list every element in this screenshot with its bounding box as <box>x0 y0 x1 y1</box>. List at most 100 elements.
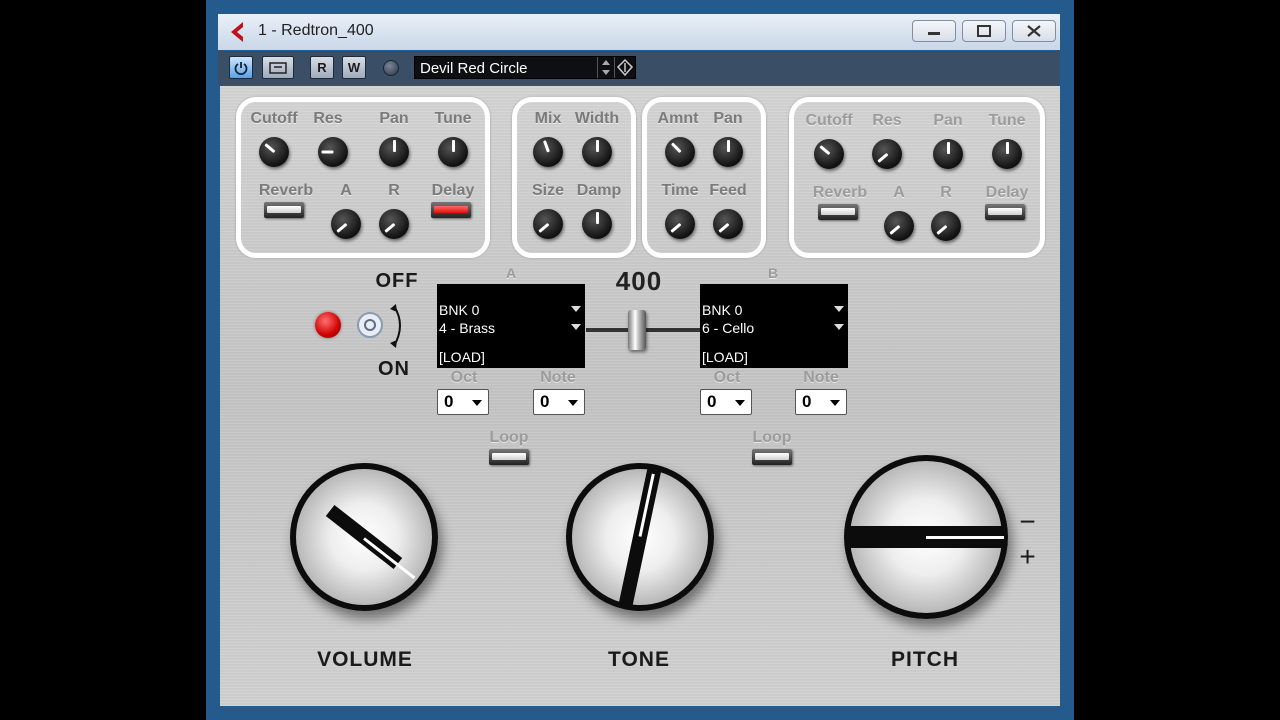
minimize-icon <box>928 32 940 35</box>
reverb-b-toggle[interactable] <box>818 204 858 220</box>
mix-value: 400 <box>615 266 663 296</box>
delay-toggle[interactable] <box>431 202 471 218</box>
loop-a-label: Loop <box>489 429 529 446</box>
damp-label: Damp <box>576 182 622 199</box>
bypass-button[interactable] <box>262 56 294 79</box>
oct-b-select[interactable]: 0 <box>700 389 752 415</box>
on-label: ON <box>378 358 410 380</box>
channel-b-bank: BNK 0 <box>702 302 743 318</box>
volume-knob[interactable] <box>290 463 438 611</box>
width-label: Width <box>574 110 620 127</box>
cutoff-label: Cutoff <box>250 110 298 127</box>
note-b-select[interactable]: 0 <box>795 389 847 415</box>
release-b-knob[interactable] <box>931 211 961 241</box>
delay-feed-knob[interactable] <box>713 209 743 239</box>
note-a-label: Note <box>540 369 576 386</box>
reverb-width-knob[interactable] <box>582 137 612 167</box>
power-switch[interactable] <box>354 300 408 354</box>
reverb-toggle[interactable] <box>264 202 304 218</box>
feed-label: Feed <box>709 182 747 199</box>
channel-a-display[interactable]: BNK 0 4 - Brass [LOAD] <box>437 284 585 368</box>
up-down-arrows-icon <box>602 60 610 75</box>
loop-b-label: Loop <box>752 429 792 446</box>
note-a-value: 0 <box>540 392 550 411</box>
delay-amount-knob[interactable] <box>665 137 695 167</box>
pan-b-label: Pan <box>933 112 963 129</box>
res-knob[interactable] <box>318 137 348 167</box>
preset-stepper[interactable] <box>597 57 614 78</box>
preset-menu-button[interactable] <box>614 57 635 78</box>
reverb-size-knob[interactable] <box>533 209 563 239</box>
power-button[interactable] <box>229 56 253 79</box>
cutoff-b-knob[interactable] <box>814 139 844 169</box>
pan-knob[interactable] <box>379 137 409 167</box>
reverb-label: Reverb <box>258 182 314 199</box>
close-button[interactable] <box>1012 20 1056 42</box>
chevron-down-icon <box>568 400 578 406</box>
cutoff-knob[interactable] <box>259 137 289 167</box>
oct-a-select[interactable]: 0 <box>437 389 489 415</box>
channel-b-display[interactable]: BNK 0 6 - Cello [LOAD] <box>700 284 848 368</box>
bank-down-icon[interactable] <box>571 306 581 312</box>
sound-down-icon[interactable] <box>571 324 581 330</box>
attack-b-knob[interactable] <box>884 211 914 241</box>
pitch-knob[interactable] <box>844 455 1008 619</box>
window-title: 1 - Redtron_400 <box>258 22 374 39</box>
bypass-icon <box>269 62 287 74</box>
release-b-label: R <box>940 184 952 201</box>
chevron-down-icon <box>830 400 840 406</box>
preset-selector[interactable]: Devil Red Circle <box>414 56 636 79</box>
res-label: Res <box>313 110 343 127</box>
volume-label: VOLUME <box>317 648 413 671</box>
delay-b-toggle[interactable] <box>985 204 1025 220</box>
mix-label: Mix <box>534 110 562 127</box>
reverb-b-label: Reverb <box>812 184 868 201</box>
attack-b-label: A <box>893 184 905 201</box>
channel-b-load[interactable]: [LOAD] <box>702 349 748 365</box>
res-b-label: Res <box>872 112 902 129</box>
pitch-plus-label: + <box>1019 541 1037 572</box>
size-label: Size <box>531 182 565 199</box>
loop-a-toggle[interactable] <box>489 449 529 465</box>
activity-led <box>383 60 399 76</box>
power-icon <box>234 62 248 75</box>
pan-b-knob[interactable] <box>933 139 963 169</box>
delay-time-knob[interactable] <box>665 209 695 239</box>
maximize-button[interactable] <box>962 20 1006 42</box>
release-knob[interactable] <box>379 209 409 239</box>
res-b-knob[interactable] <box>872 139 902 169</box>
oct-a-label: Oct <box>450 369 478 386</box>
note-b-label: Note <box>803 369 839 386</box>
cutoff-b-label: Cutoff <box>805 112 853 129</box>
channel-a-load[interactable]: [LOAD] <box>439 349 485 365</box>
delay-pan-knob[interactable] <box>713 137 743 167</box>
tune-b-label: Tune <box>988 112 1026 129</box>
attack-knob[interactable] <box>331 209 361 239</box>
note-a-select[interactable]: 0 <box>533 389 585 415</box>
bank-down-icon[interactable] <box>834 306 844 312</box>
channel-b-header: B <box>767 265 779 281</box>
tune-b-knob[interactable] <box>992 139 1022 169</box>
ab-mix-slider[interactable] <box>628 310 646 350</box>
pan-label: Pan <box>379 110 409 127</box>
tune-knob[interactable] <box>438 137 468 167</box>
oct-a-value: 0 <box>444 392 454 411</box>
attack-label: A <box>340 182 352 199</box>
oct-b-value: 0 <box>707 392 717 411</box>
note-b-value: 0 <box>802 392 812 411</box>
amount-label: Amnt <box>657 110 699 127</box>
preset-name: Devil Red Circle <box>420 60 528 77</box>
write-automation-button[interactable]: W <box>342 56 366 79</box>
channel-a-header: A <box>505 265 517 281</box>
tune-label: Tune <box>434 110 472 127</box>
read-automation-button[interactable]: R <box>310 56 334 79</box>
minimize-button[interactable] <box>912 20 956 42</box>
release-label: R <box>388 182 400 199</box>
tone-knob[interactable] <box>566 463 714 611</box>
sound-down-icon[interactable] <box>834 324 844 330</box>
delay-b-label: Delay <box>985 184 1029 201</box>
cubase-logo-icon <box>231 22 243 42</box>
loop-b-toggle[interactable] <box>752 449 792 465</box>
reverb-damp-knob[interactable] <box>582 209 612 239</box>
reverb-mix-knob[interactable] <box>533 137 563 167</box>
